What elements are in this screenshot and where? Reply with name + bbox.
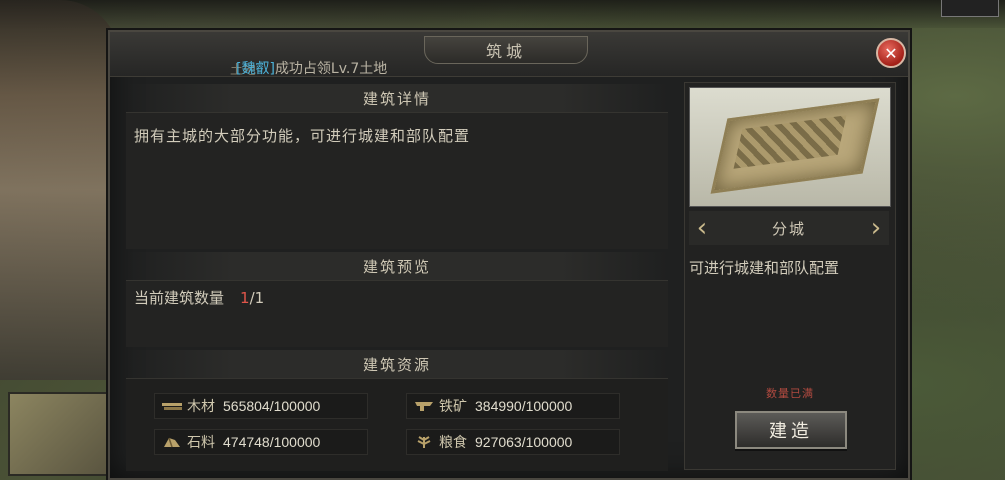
grain-icon bbox=[413, 435, 435, 449]
resources-header: 建筑资源 bbox=[126, 350, 668, 378]
back-button[interactable] bbox=[941, 0, 999, 17]
close-button[interactable]: ✕ bbox=[876, 38, 906, 68]
notice-text: 成功占领Lv.7土地 bbox=[274, 61, 388, 77]
resource-stone: 石料 474748/100000 bbox=[154, 429, 368, 455]
occupation-notice: [魏叡]成功占领Lv.7土地 bbox=[236, 58, 387, 78]
details-header: 建筑详情 bbox=[126, 84, 668, 112]
preview-body: 当前建筑数量 1/1 bbox=[126, 280, 668, 347]
resource-name: 铁矿 bbox=[439, 399, 467, 415]
details-description: 拥有主城的大部分功能，可进行城建和部队配置 bbox=[134, 127, 471, 145]
resource-wood: 木材 565804/100000 bbox=[154, 393, 368, 419]
wood-icon bbox=[161, 399, 183, 413]
building-count: 当前建筑数量 1/1 bbox=[134, 287, 264, 308]
building-type-name: 分城 bbox=[771, 219, 806, 238]
general-portrait bbox=[0, 0, 120, 380]
building-type-description: 可进行城建和部队配置 bbox=[689, 259, 840, 277]
resource-value: 927063/100000 bbox=[475, 434, 573, 450]
details-body: 拥有主城的大部分功能，可进行城建和部队配置 bbox=[126, 112, 668, 249]
resource-name: 木材 bbox=[187, 399, 215, 415]
dialog-title: 筑城 bbox=[424, 36, 588, 64]
iron-icon bbox=[413, 399, 435, 413]
notice-faction: [魏叡] bbox=[236, 61, 275, 77]
quantity-status: 数量已满 bbox=[766, 387, 814, 400]
count-total: /1 bbox=[249, 289, 265, 307]
stone-icon bbox=[161, 435, 183, 449]
resource-value: 474748/100000 bbox=[223, 434, 321, 450]
build-city-dialog: 筑城 ✕ 土地 [魏叡]成功占领Lv.7土地 建筑详情 拥有主城的大部分功能，可… bbox=[108, 30, 910, 480]
resource-value: 384990/100000 bbox=[475, 398, 573, 414]
branch-city-image bbox=[689, 87, 891, 207]
count-label: 当前建筑数量 bbox=[134, 289, 225, 307]
city-thumbnail[interactable] bbox=[8, 392, 108, 476]
resource-name: 石料 bbox=[187, 435, 215, 451]
chevron-left-icon[interactable]: ‹ bbox=[689, 211, 715, 245]
build-button[interactable]: 建造 bbox=[735, 411, 847, 449]
close-icon: ✕ bbox=[884, 43, 898, 63]
building-type-panel: ‹ 分城 › 可进行城建和部队配置 数量已满 建造 bbox=[684, 82, 896, 470]
resources-body: 木材 565804/100000 铁矿 384990/100000 石料 474… bbox=[126, 378, 668, 471]
resource-iron: 铁矿 384990/100000 bbox=[406, 393, 620, 419]
resource-value: 565804/100000 bbox=[223, 398, 321, 414]
chevron-right-icon[interactable]: › bbox=[863, 211, 889, 245]
building-type-selector: ‹ 分城 › bbox=[689, 211, 889, 245]
resource-grain: 粮食 927063/100000 bbox=[406, 429, 620, 455]
count-current: 1 bbox=[240, 289, 250, 307]
preview-header: 建筑预览 bbox=[126, 252, 668, 280]
resource-name: 粮食 bbox=[439, 435, 467, 451]
top-bar bbox=[0, 0, 1005, 28]
